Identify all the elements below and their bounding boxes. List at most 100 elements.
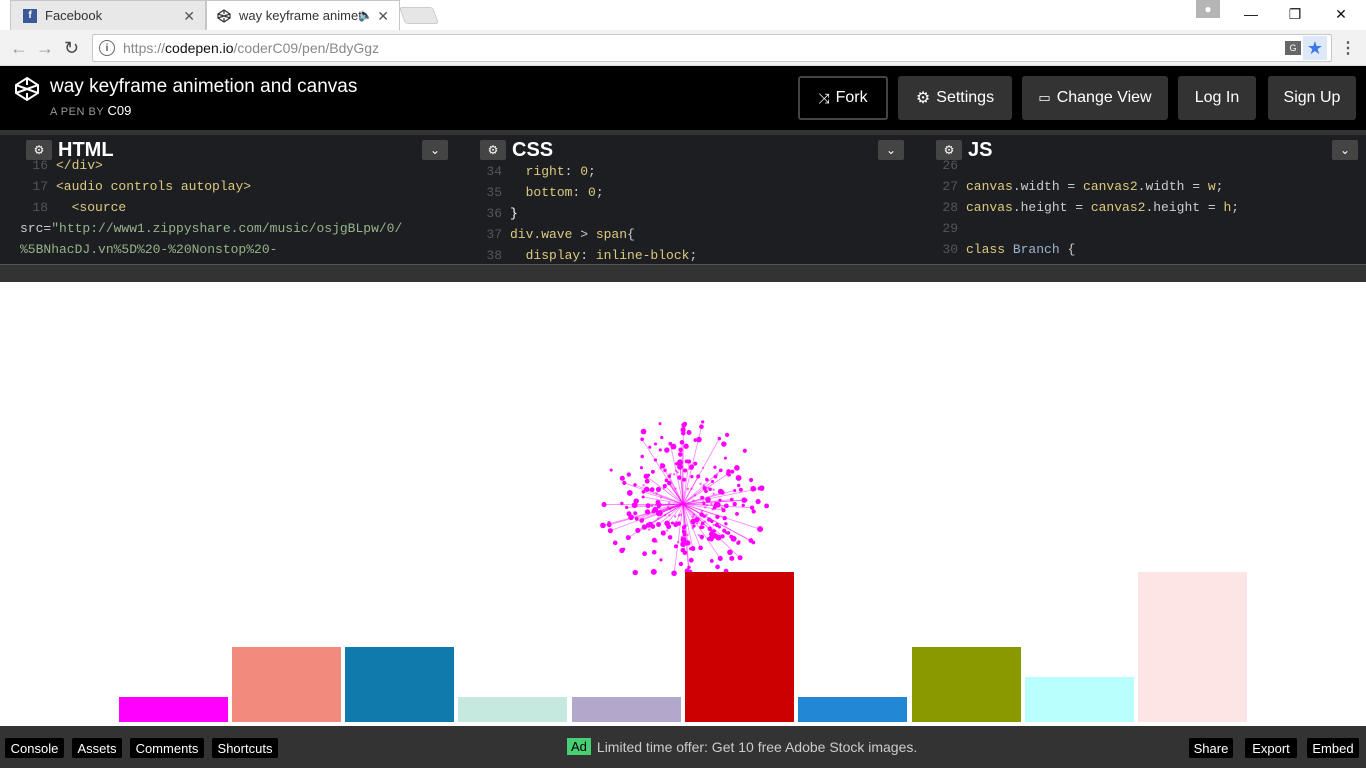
share-button[interactable]: Share bbox=[1189, 738, 1233, 758]
assets-button[interactable]: Assets bbox=[72, 738, 122, 758]
dandelion-seed bbox=[620, 501, 624, 506]
dandelion-seed bbox=[641, 524, 648, 530]
gear-icon[interactable]: ⚙ bbox=[480, 140, 506, 160]
tab-facebook[interactable]: f Facebook ✕ bbox=[10, 0, 206, 30]
bookmark-star-icon[interactable]: ★ bbox=[1303, 36, 1327, 60]
speaker-icon[interactable]: 🔈 bbox=[358, 8, 373, 22]
restore-icon[interactable]: ❐ bbox=[1272, 0, 1318, 28]
new-tab-button[interactable] bbox=[398, 7, 440, 24]
dandelion-seed bbox=[600, 522, 606, 529]
dandelion-seed bbox=[642, 484, 645, 487]
close-icon[interactable]: ✕ bbox=[377, 8, 389, 25]
dandelion-seed bbox=[648, 445, 652, 449]
dandelion-seed bbox=[714, 501, 721, 508]
dandelion-seed bbox=[757, 526, 764, 533]
back-icon[interactable]: ← bbox=[10, 38, 28, 59]
dandelion-seed bbox=[650, 469, 655, 474]
codepen-logo-icon[interactable] bbox=[14, 76, 40, 102]
menu-icon[interactable]: ⋮ bbox=[1340, 38, 1356, 58]
equalizer-bar bbox=[119, 697, 228, 722]
console-button[interactable]: Console bbox=[5, 738, 64, 758]
dandelion-seed bbox=[619, 547, 625, 554]
chevron-down-icon[interactable]: ⌄ bbox=[878, 140, 904, 160]
dandelion-seed bbox=[640, 454, 644, 459]
dandelion-canvas bbox=[600, 420, 770, 577]
dandelion-seed bbox=[730, 469, 735, 474]
resize-handle[interactable] bbox=[0, 264, 1366, 282]
url-input[interactable]: i https:// codepen.io /coderC09/pen/BdyG… bbox=[92, 34, 1332, 62]
dandelion-seed bbox=[660, 530, 666, 536]
dandelion-seed bbox=[651, 537, 657, 543]
dandelion-seed bbox=[646, 473, 651, 477]
dandelion-seed bbox=[688, 557, 694, 563]
minimize-icon[interactable]: — bbox=[1228, 0, 1274, 28]
dandelion-seed bbox=[644, 509, 651, 515]
comments-button[interactable]: Comments bbox=[130, 738, 204, 758]
settings-label: Settings bbox=[936, 89, 995, 106]
dandelion-seed bbox=[713, 474, 718, 479]
dandelion-seed bbox=[626, 511, 632, 517]
pen-author[interactable]: C09 bbox=[108, 103, 132, 118]
dandelion-seed bbox=[737, 555, 743, 561]
dandelion-seed bbox=[668, 501, 671, 505]
signup-button[interactable]: Sign Up bbox=[1268, 76, 1356, 120]
equalizer-bar bbox=[912, 647, 1021, 722]
dandelion-seed bbox=[725, 531, 729, 535]
dandelion-seed bbox=[686, 541, 691, 546]
dandelion-seed bbox=[676, 471, 679, 474]
css-code[interactable]: 34 right: 0; 35 bottom: 0; 36} 37 div.wav… bbox=[474, 161, 910, 265]
pen-by-prefix: A PEN BY bbox=[50, 106, 104, 118]
url-host: codepen.io bbox=[165, 40, 234, 56]
tab-codepen[interactable]: way keyframe animetion and canvas 🔈 ✕ bbox=[206, 0, 400, 30]
dandelion-seed bbox=[736, 541, 741, 545]
equalizer-bar bbox=[1138, 572, 1247, 722]
dandelion-seed bbox=[674, 487, 677, 490]
equalizer-bar bbox=[345, 647, 454, 722]
dandelion-seed bbox=[635, 527, 641, 534]
dandelion-seed bbox=[696, 436, 702, 443]
dandelion-seed bbox=[751, 540, 756, 545]
forward-icon[interactable]: → bbox=[36, 38, 54, 59]
browser-tab-strip: f Facebook ✕ way keyframe animetion and … bbox=[0, 0, 1366, 30]
fork-button[interactable]: ⤨ Fork bbox=[798, 76, 888, 120]
preview-area bbox=[0, 282, 1366, 726]
dandelion-seed bbox=[702, 500, 705, 504]
equalizer-bar bbox=[685, 572, 794, 722]
embed-button[interactable]: Embed bbox=[1307, 738, 1359, 758]
shortcuts-button[interactable]: Shortcuts bbox=[212, 738, 278, 758]
dandelion-seed bbox=[626, 472, 631, 477]
ad-banner[interactable]: Ad Limited time offer: Get 10 free Adobe… bbox=[567, 738, 917, 755]
dandelion-seed bbox=[730, 535, 737, 542]
close-icon[interactable]: ✕ bbox=[183, 8, 195, 25]
dandelion-seed bbox=[735, 512, 739, 516]
html-code[interactable]: 16 </div> 17 <audio controls autoplay> 18 … bbox=[20, 155, 454, 260]
reload-icon[interactable]: ↻ bbox=[64, 38, 79, 59]
css-editor[interactable]: ⚙ CSS ⌄ 34 right: 0; 35 bottom: 0; 36} 3… bbox=[474, 135, 910, 265]
info-icon[interactable]: i bbox=[99, 40, 115, 56]
translate-icon[interactable]: G bbox=[1285, 41, 1301, 55]
dandelion-seed bbox=[700, 521, 705, 526]
change-view-button[interactable]: ▭ Change View bbox=[1022, 76, 1168, 120]
js-editor[interactable]: ⚙ JS ⌄ 26 27 canvas.width = canvas2.width… bbox=[930, 135, 1366, 265]
dandelion-seed bbox=[684, 539, 687, 542]
dandelion-seed bbox=[641, 495, 645, 499]
dandelion-seed bbox=[717, 488, 724, 495]
settings-button[interactable]: ⚙ Settings bbox=[898, 76, 1012, 120]
close-window-icon[interactable]: ✕ bbox=[1318, 0, 1364, 28]
export-button[interactable]: Export bbox=[1245, 738, 1297, 758]
login-button[interactable]: Log In bbox=[1178, 76, 1256, 120]
js-code[interactable]: 26 27 canvas.width = canvas2.width = w; 2… bbox=[930, 155, 1366, 260]
html-editor[interactable]: ⚙ HTML ⌄ 16 </div> 17 <audio controls auto… bbox=[20, 135, 454, 265]
dandelion-seed bbox=[601, 502, 607, 508]
dandelion-seed bbox=[700, 509, 704, 513]
dandelion-seed bbox=[748, 477, 754, 483]
dandelion-seed bbox=[642, 551, 647, 557]
dandelion-seed bbox=[640, 428, 647, 435]
dandelion-seed bbox=[733, 488, 737, 493]
ad-badge: Ad bbox=[567, 738, 591, 755]
dandelion-seed bbox=[705, 496, 711, 503]
dandelion-seed bbox=[717, 436, 722, 441]
profile-icon[interactable]: ● bbox=[1196, 0, 1220, 18]
equalizer-bar bbox=[458, 697, 567, 722]
equalizer-bar bbox=[1025, 677, 1134, 722]
